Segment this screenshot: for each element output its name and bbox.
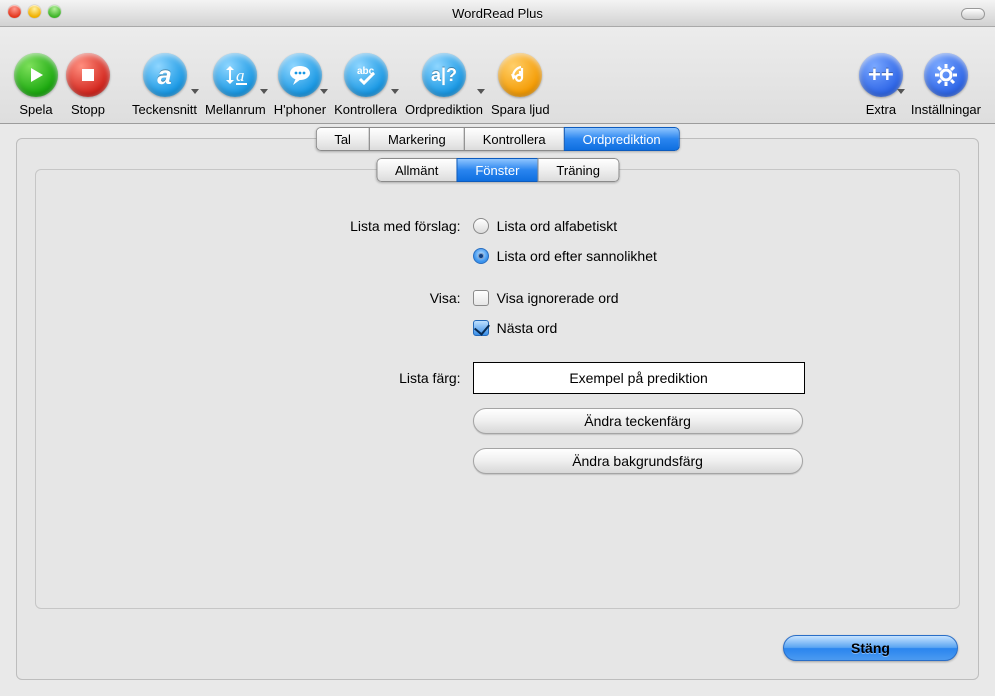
font-button[interactable]: a Teckensnitt bbox=[132, 53, 197, 117]
form: Lista med förslag: Lista ord alfabetiskt… bbox=[36, 210, 959, 608]
spellcheck-icon: abc bbox=[344, 53, 388, 97]
sub-frame: Allmänt Fönster Träning Lista med försla… bbox=[35, 169, 960, 609]
settings-frame: Tal Markering Kontrollera Ordprediktion … bbox=[16, 138, 979, 680]
radio-prob-input[interactable] bbox=[473, 248, 489, 264]
prediction-example: Exempel på prediktion bbox=[473, 362, 805, 394]
font-icon: a bbox=[143, 53, 187, 97]
settings-button[interactable]: Inställningar bbox=[911, 53, 981, 117]
window-controls bbox=[8, 5, 61, 18]
sub-tabs: Allmänt Fönster Träning bbox=[376, 158, 619, 182]
color-label: Lista färg: bbox=[36, 370, 473, 386]
minimize-window-icon[interactable] bbox=[28, 5, 41, 18]
gear-icon bbox=[924, 53, 968, 97]
tab-markering[interactable]: Markering bbox=[369, 127, 465, 151]
main-tabs: Tal Markering Kontrollera Ordprediktion bbox=[315, 127, 679, 151]
play-button[interactable]: Spela bbox=[14, 53, 58, 117]
extra-button[interactable]: ++ Extra bbox=[859, 53, 903, 117]
subtab-traning[interactable]: Träning bbox=[537, 158, 619, 182]
tab-tal[interactable]: Tal bbox=[315, 127, 370, 151]
change-text-color-button[interactable]: Ändra teckenfärg bbox=[473, 408, 803, 434]
save-audio-button[interactable]: Spara ljud bbox=[491, 53, 550, 117]
tab-ordprediktion[interactable]: Ordprediktion bbox=[564, 127, 680, 151]
stop-icon bbox=[66, 53, 110, 97]
toolbar-toggle-icon[interactable] bbox=[961, 8, 985, 20]
main-area: Tal Markering Kontrollera Ordprediktion … bbox=[0, 124, 995, 696]
save-audio-icon bbox=[498, 53, 542, 97]
chevron-down-icon bbox=[320, 89, 328, 94]
titlebar: WordRead Plus bbox=[0, 0, 995, 27]
check-nextword[interactable]: Nästa ord bbox=[473, 320, 959, 336]
check-nextword-input[interactable] bbox=[473, 320, 489, 336]
prediction-button[interactable]: a|? Ordprediktion bbox=[405, 53, 483, 117]
subtab-allmant[interactable]: Allmänt bbox=[376, 158, 457, 182]
window-title: WordRead Plus bbox=[0, 6, 995, 21]
chevron-down-icon bbox=[260, 89, 268, 94]
chevron-down-icon bbox=[477, 89, 485, 94]
svg-text:a: a bbox=[236, 66, 245, 85]
subtab-fonster[interactable]: Fönster bbox=[456, 158, 538, 182]
close-window-icon[interactable] bbox=[8, 5, 21, 18]
check-ignored[interactable]: Visa ignorerade ord bbox=[473, 290, 959, 306]
radio-alpha[interactable]: Lista ord alfabetiskt bbox=[473, 218, 959, 234]
chevron-down-icon bbox=[897, 89, 905, 94]
check-button[interactable]: abc Kontrollera bbox=[334, 53, 397, 117]
change-bg-color-button[interactable]: Ändra bakgrundsfärg bbox=[473, 448, 803, 474]
check-ignored-input[interactable] bbox=[473, 290, 489, 306]
chevron-down-icon bbox=[391, 89, 399, 94]
play-icon bbox=[14, 53, 58, 97]
toolbar: Spela Stopp a Teckensnitt a bbox=[0, 27, 995, 124]
stop-button[interactable]: Stopp bbox=[66, 53, 110, 117]
spacing-icon: a bbox=[213, 53, 257, 97]
spacing-button[interactable]: a Mellanrum bbox=[205, 53, 266, 117]
show-label: Visa: bbox=[36, 290, 473, 306]
list-label: Lista med förslag: bbox=[36, 218, 473, 234]
homophones-button[interactable]: H'phoner bbox=[274, 53, 326, 117]
close-button[interactable]: Stäng bbox=[783, 635, 958, 661]
zoom-window-icon[interactable] bbox=[48, 5, 61, 18]
prediction-icon: a|? bbox=[422, 53, 466, 97]
radio-prob[interactable]: Lista ord efter sannolikhet bbox=[473, 248, 959, 264]
tab-kontrollera[interactable]: Kontrollera bbox=[464, 127, 565, 151]
speech-bubble-icon bbox=[278, 53, 322, 97]
radio-alpha-input[interactable] bbox=[473, 218, 489, 234]
chevron-down-icon bbox=[191, 89, 199, 94]
